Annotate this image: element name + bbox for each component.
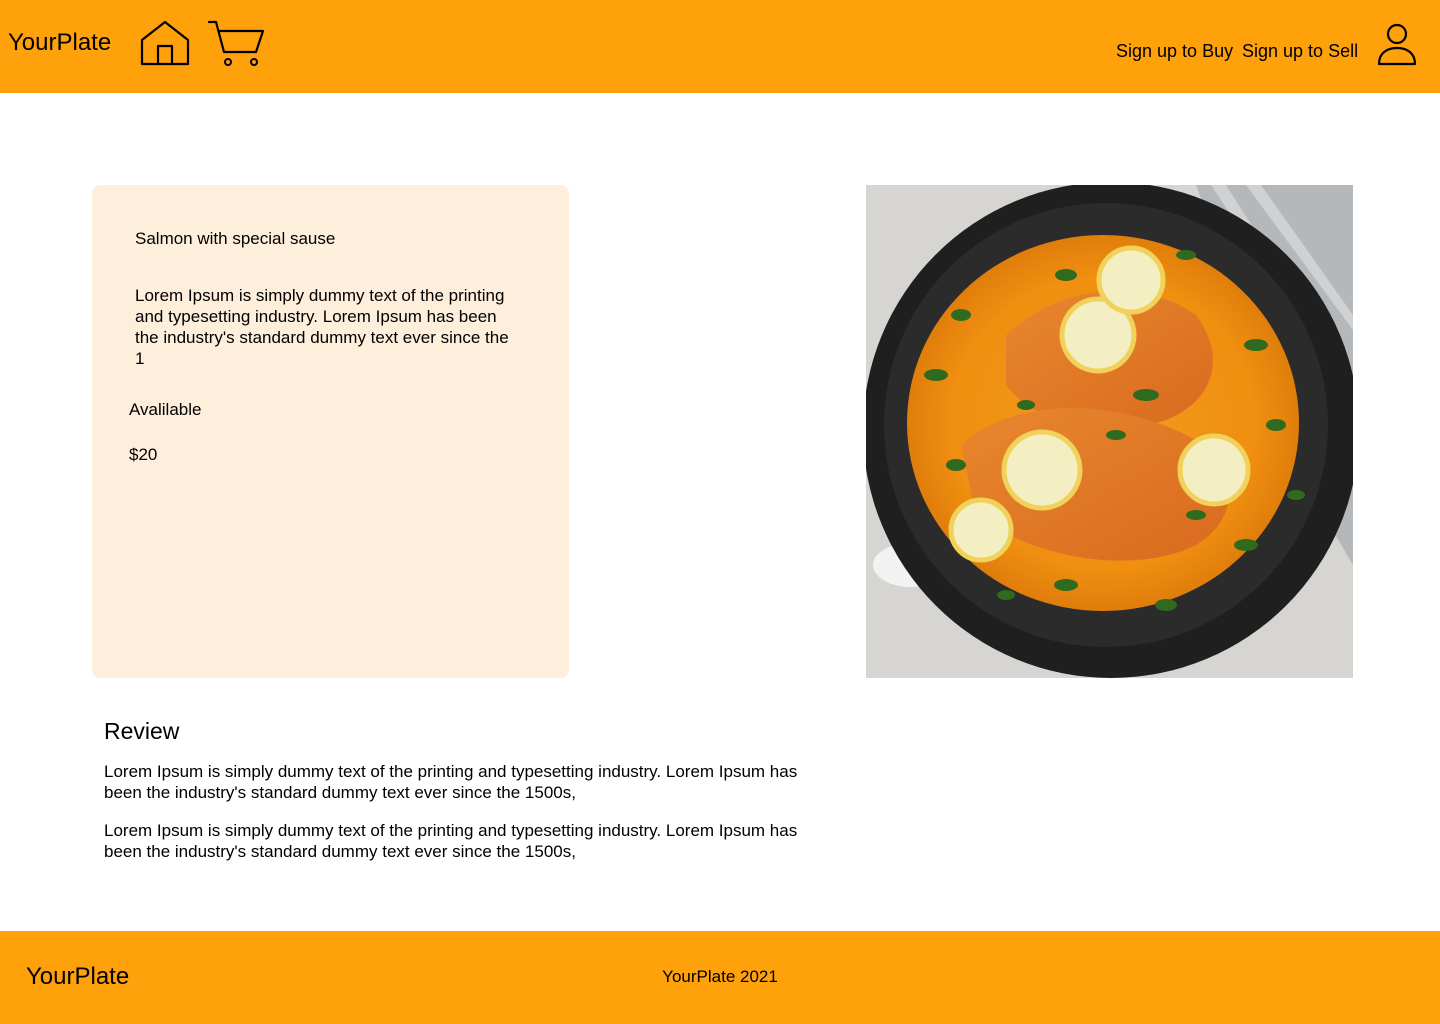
review-item: Lorem Ipsum is simply dummy text of the … <box>104 762 798 802</box>
review-heading: Review <box>104 718 180 744</box>
copyright-text: YourPlate 2021 <box>662 967 778 986</box>
review-item: Lorem Ipsum is simply dummy text of the … <box>104 821 798 861</box>
product-title: Salmon with special sause <box>135 229 336 248</box>
footer: YourPlate YourPlate 2021 <box>0 931 1440 1024</box>
user-icon[interactable] <box>1376 22 1418 66</box>
home-icon[interactable] <box>139 19 191 67</box>
availability-status: Avalilable <box>129 400 202 419</box>
cart-icon[interactable] <box>207 19 265 67</box>
product-details-card: Salmon with special sause Lorem Ipsum is… <box>92 185 569 678</box>
sign-up-to-sell-link[interactable]: Sign up to Sell <box>1242 40 1358 62</box>
top-navbar: YourPlate Sign up to Buy Sign up to Sell <box>0 0 1440 93</box>
product-description: Lorem Ipsum is simply dummy text of the … <box>135 286 509 368</box>
sign-up-to-buy-link[interactable]: Sign up to Buy <box>1116 40 1233 62</box>
product-price: $20 <box>129 445 158 464</box>
salmon-dish-photo <box>866 185 1353 678</box>
brand-logo[interactable]: YourPlate <box>8 28 111 58</box>
